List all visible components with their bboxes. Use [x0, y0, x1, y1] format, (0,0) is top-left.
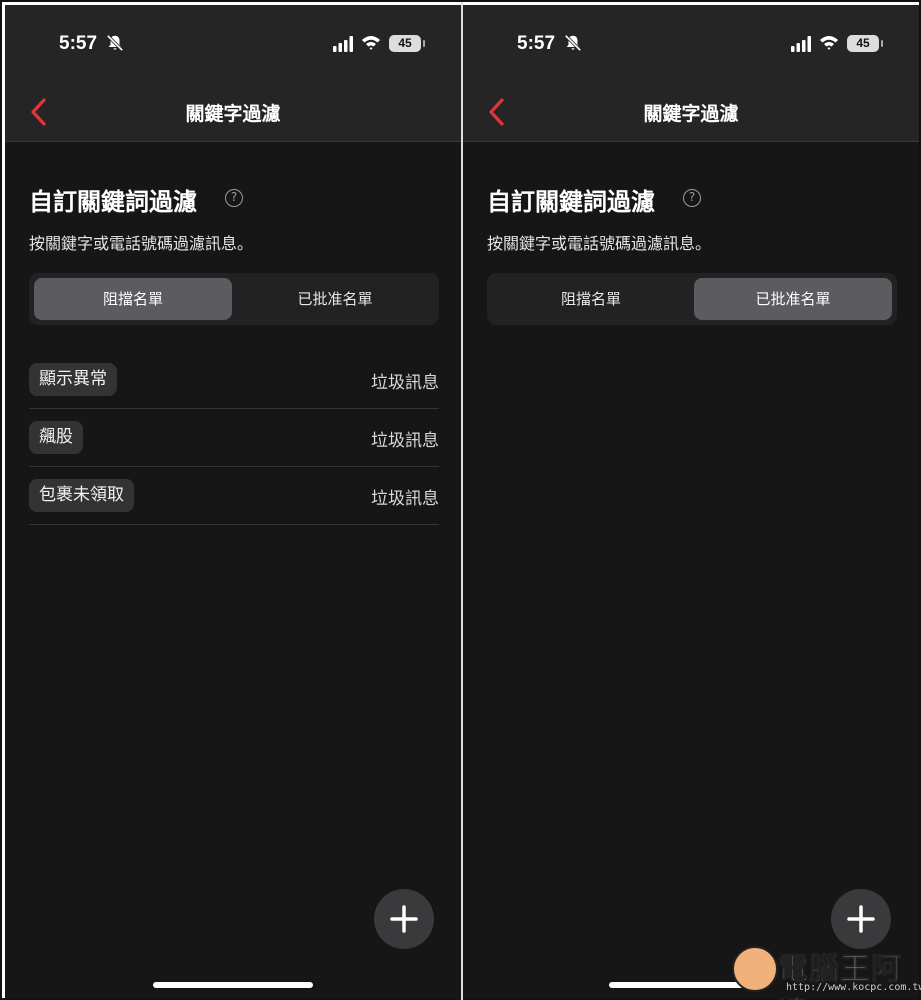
page-title: 關鍵字過濾	[185, 103, 281, 125]
list-item[interactable]: 顯示異常 垃圾訊息	[29, 351, 439, 409]
keyword-category: 垃圾訊息	[371, 431, 439, 451]
watermark-url: http://www.kocpc.com.tw	[786, 982, 921, 993]
navigation-bar: 關鍵字過濾	[463, 85, 919, 142]
status-bar: 5:57 45	[5, 5, 461, 85]
status-time: 5:57	[59, 33, 98, 54]
plus-icon	[390, 905, 418, 933]
help-icon[interactable]: ?	[225, 189, 243, 207]
section-title: 自訂關鍵詞過濾	[29, 188, 197, 216]
list-item[interactable]: 包裹未領取 垃圾訊息	[29, 467, 439, 525]
cellular-signal-icon	[791, 36, 811, 52]
segment-blocklist[interactable]: 阻擋名單	[492, 278, 690, 320]
keyword-chip[interactable]: 包裹未領取	[29, 479, 134, 512]
home-indicator	[153, 982, 313, 988]
plus-icon	[847, 905, 875, 933]
phone-screen-blocklist: 5:57 45 關鍵字過濾 自訂關鍵詞過濾 ? 按關鍵字或電話號碼過濾訊息。 阻…	[5, 5, 461, 999]
help-icon[interactable]: ?	[683, 189, 701, 207]
status-bar: 5:57 45	[463, 5, 919, 85]
battery-icon: 45	[847, 35, 883, 52]
phone-screen-allowlist: 5:57 45 關鍵字過濾 自訂關鍵詞過濾 ? 按關鍵字或電話號碼過濾訊息。 阻…	[463, 5, 919, 999]
cellular-signal-icon	[333, 36, 353, 52]
bell-muted-icon	[106, 34, 124, 52]
section-description: 按關鍵字或電話號碼過濾訊息。	[487, 234, 712, 253]
add-keyword-button[interactable]	[831, 889, 891, 949]
section-title: 自訂關鍵詞過濾	[487, 188, 655, 216]
segment-allowlist[interactable]: 已批准名單	[236, 278, 434, 320]
list-item[interactable]: 飆股 垃圾訊息	[29, 409, 439, 467]
keyword-category: 垃圾訊息	[371, 373, 439, 393]
battery-icon: 45	[389, 35, 425, 52]
screenshot-frame: 5:57 45 關鍵字過濾 自訂關鍵詞過濾 ? 按關鍵字或電話號碼過濾訊息。 阻…	[0, 0, 921, 1000]
page-title: 關鍵字過濾	[643, 103, 739, 125]
watermark-logo: 電腦王阿達 http://www.kocpc.com.tw	[732, 942, 921, 1000]
segmented-control: 阻擋名單 已批准名單	[487, 273, 897, 325]
segment-allowlist[interactable]: 已批准名單	[694, 278, 892, 320]
navigation-bar: 關鍵字過濾	[5, 85, 461, 142]
section-description: 按關鍵字或電話號碼過濾訊息。	[29, 234, 254, 253]
wifi-icon	[820, 36, 838, 50]
keyword-list: 顯示異常 垃圾訊息 飆股 垃圾訊息 包裹未領取 垃圾訊息	[29, 351, 439, 525]
add-keyword-button[interactable]	[374, 889, 434, 949]
mascot-face-icon	[732, 946, 778, 992]
keyword-chip[interactable]: 顯示異常	[29, 363, 117, 396]
segmented-control: 阻擋名單 已批准名單	[29, 273, 439, 325]
bell-muted-icon	[564, 34, 582, 52]
status-time: 5:57	[517, 33, 556, 54]
keyword-chip[interactable]: 飆股	[29, 421, 83, 454]
keyword-category: 垃圾訊息	[371, 489, 439, 509]
wifi-icon	[362, 36, 380, 50]
segment-blocklist[interactable]: 阻擋名單	[34, 278, 232, 320]
